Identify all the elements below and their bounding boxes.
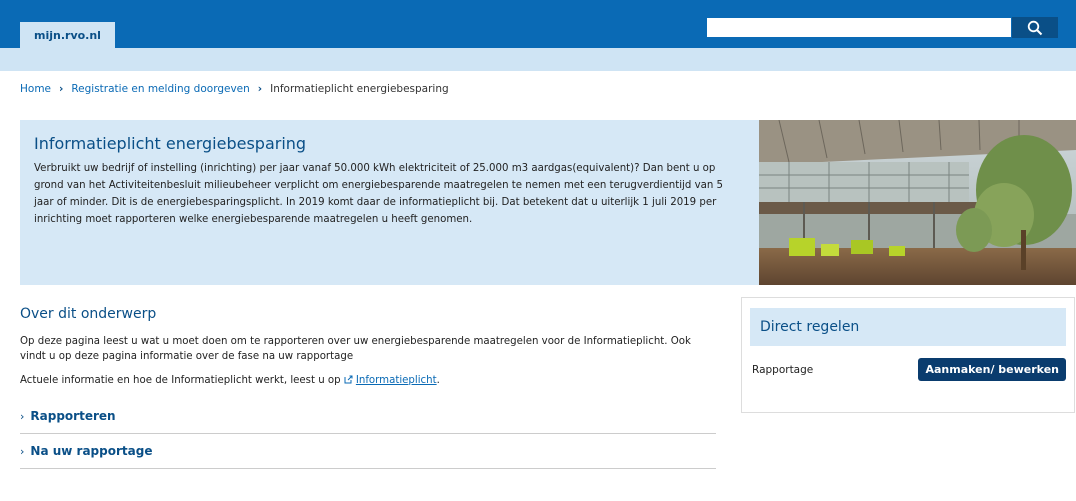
atrium-photo	[759, 120, 1076, 285]
main-content: Over dit onderwerp Op deze pagina leest …	[20, 306, 716, 469]
chevron-right-icon: ›	[20, 444, 25, 458]
search-input[interactable]	[706, 17, 1012, 38]
site-logo-tab[interactable]: mijn.rvo.nl	[20, 22, 115, 48]
section-link-text: Actuele informatie en hoe de Informatiep…	[20, 375, 440, 386]
accordion-list: › Rapporteren › Na uw rapportage	[20, 399, 716, 469]
rapportage-label: Rapportage	[752, 363, 814, 376]
informatieplicht-link[interactable]: Informatieplicht	[356, 375, 437, 386]
accordion-rapporteren[interactable]: › Rapporteren	[20, 399, 716, 434]
chevron-right-icon: ›	[20, 409, 25, 423]
panel-title: Direct regelen	[750, 308, 1066, 346]
intro-text: Verbruikt uw bedrijf of instelling (inri…	[34, 163, 724, 225]
sub-bar	[0, 48, 1076, 71]
section-title: Over dit onderwerp	[20, 306, 157, 322]
direct-regelen-panel: Direct regelen Rapportage Aanmaken/ bewe…	[741, 297, 1075, 413]
top-bar: mijn.rvo.nl	[0, 0, 1076, 48]
chevron-right-icon: ›	[59, 83, 64, 95]
intro-banner: Informatieplicht energiebesparing Verbru…	[20, 120, 759, 285]
aanmaken-bewerken-button[interactable]: Aanmaken/ bewerken	[918, 358, 1066, 381]
section-text: Op deze pagina leest u wat u moet doen o…	[20, 336, 691, 362]
search-icon	[1027, 20, 1043, 35]
page-title: Informatieplicht energiebesparing	[34, 134, 307, 153]
breadcrumb-home-link[interactable]: Home	[20, 83, 51, 95]
breadcrumb-current: Informatieplicht energiebesparing	[270, 83, 449, 95]
chevron-right-icon: ›	[257, 83, 263, 95]
breadcrumb-registratie-link[interactable]: Registratie en melding doorgeven	[71, 83, 249, 95]
external-link-icon	[344, 375, 353, 384]
accordion-na-uw-rapportage[interactable]: › Na uw rapportage	[20, 434, 716, 469]
panel-row: Rapportage Aanmaken/ bewerken	[750, 358, 1066, 381]
breadcrumb: Home › Registratie en melding doorgeven …	[20, 83, 449, 95]
search-button[interactable]	[1012, 17, 1058, 38]
